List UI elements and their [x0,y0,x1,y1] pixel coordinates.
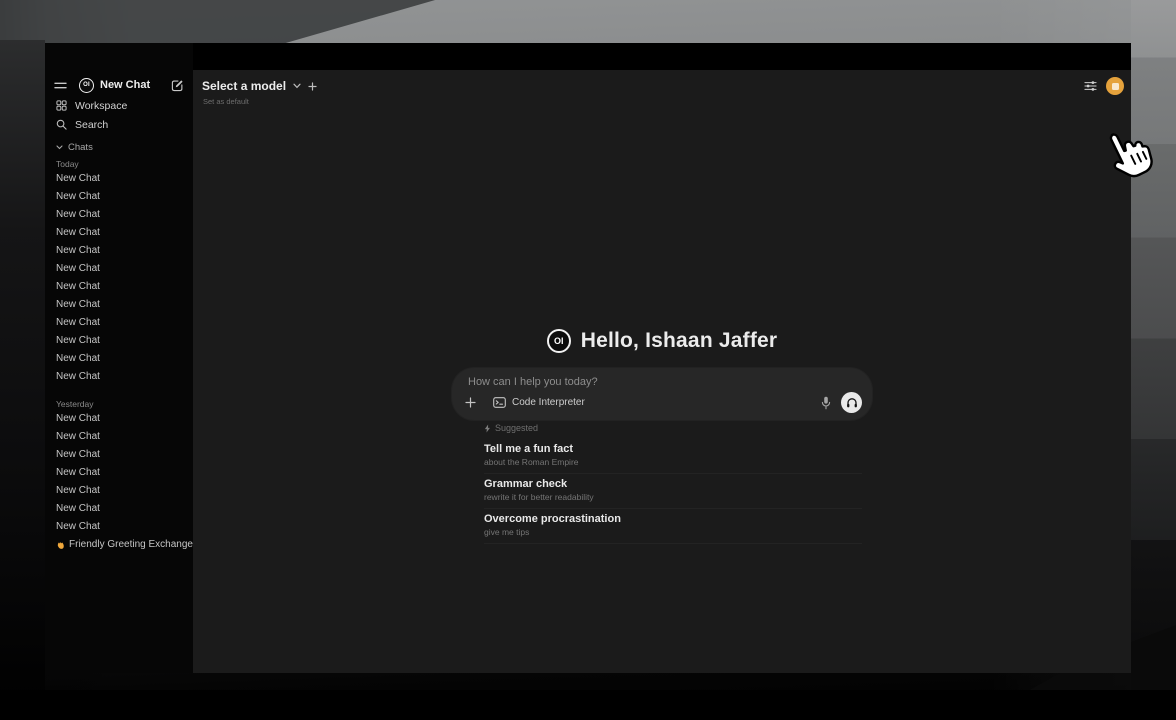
message-input[interactable] [468,376,848,388]
chat-list-item[interactable]: New Chat [45,188,193,206]
code-interpreter-label: Code Interpreter [512,397,585,408]
new-chat-button[interactable] [171,79,184,92]
main-area: Select a model Set as default [193,70,1131,673]
input-toolbar: Code Interpreter [465,392,862,413]
chat-list-item[interactable]: New Chat [45,224,193,242]
search-icon [56,119,67,130]
chat-list-item[interactable]: New Chat [45,350,193,368]
workspace-grid-icon [56,100,67,111]
chat-list-item[interactable]: New Chat [45,410,193,428]
sidebar-item-label: Workspace [75,100,127,112]
sidebar: OI New Chat Workspace Sear [45,43,193,673]
desktop-shape-right [1131,0,1176,720]
suggested-prompt-title: Tell me a fun fact [484,443,862,456]
voice-mode-button[interactable] [841,392,862,413]
wave-emoji-icon [56,541,65,550]
suggested-section: Suggested Tell me a fun fact about the R… [452,423,872,544]
sidebar-toggle-icon [54,81,67,90]
suggested-prompt-subtitle: rewrite it for better readability [484,492,862,503]
chat-list-item[interactable]: New Chat [45,314,193,332]
chat-list-item-named[interactable]: Friendly Greeting Exchange [45,536,193,554]
chat-controls-button[interactable] [1084,80,1097,92]
header-actions [1084,77,1124,95]
chats-section-toggle[interactable]: Chats [56,141,182,153]
chat-group-label-yesterday: Yesterday [56,398,182,410]
sidebar-item-search[interactable]: Search [45,116,193,133]
attach-button[interactable] [465,397,476,408]
plus-icon [465,397,476,408]
code-interpreter-toggle[interactable]: Code Interpreter [493,397,585,408]
suggested-prompt[interactable]: Overcome procrastination give me tips [484,509,862,544]
chat-group-label-today: Today [56,158,182,170]
suggested-prompt[interactable]: Tell me a fun fact about the Roman Empir… [484,439,862,474]
chat-list-item[interactable]: New Chat [45,482,193,500]
pencil-icon [171,79,184,92]
suggested-prompt-subtitle: give me tips [484,527,862,538]
chat-list-item[interactable]: New Chat [45,242,193,260]
chat-list-item[interactable]: New Chat [45,296,193,314]
user-avatar[interactable] [1106,77,1124,95]
sidebar-toggle-button[interactable] [54,81,67,90]
suggested-prompt-title: Grammar check [484,478,862,491]
screen: OI New Chat Workspace Sear [0,0,1176,720]
model-selector[interactable]: Select a model [202,79,317,93]
greeting-row: OI Hello, Ishaan Jaffer [193,329,1131,353]
chat-list-item[interactable]: New Chat [45,170,193,188]
chat-list-today: New Chat New Chat New Chat New Chat New … [45,170,193,386]
greeting-text: Hello, Ishaan Jaffer [581,329,778,353]
suggested-prompt-subtitle: about the Roman Empire [484,457,862,468]
chevron-down-icon [56,145,63,150]
add-model-button[interactable] [308,82,317,91]
chat-list-item[interactable]: New Chat [45,332,193,350]
headphones-icon [846,397,858,409]
letterbox-bar [0,690,1176,720]
suggested-label: Suggested [495,423,538,433]
chat-list-item[interactable]: New Chat [45,206,193,224]
mic-button[interactable] [821,396,831,410]
desktop-shape-left [0,40,45,720]
command-line-icon [493,397,506,408]
set-default-link[interactable]: Set as default [203,97,249,106]
microphone-icon [821,396,831,410]
message-input-card: Code Interpreter [452,368,872,420]
chat-list-item[interactable]: New Chat [45,260,193,278]
chat-list-item[interactable]: New Chat [45,368,193,386]
chat-list-item[interactable]: New Chat [45,518,193,536]
chat-list-yesterday: New Chat New Chat New Chat New Chat New … [45,410,193,536]
suggested-prompt[interactable]: Grammar check rewrite it for better read… [484,474,862,509]
suggested-header: Suggested [484,423,862,433]
app-logo-icon: OI [547,329,571,353]
sidebar-item-label: Search [75,119,108,131]
sidebar-header-title: New Chat [100,79,150,91]
chat-list-item[interactable]: New Chat [45,278,193,296]
plus-icon [308,82,317,91]
model-selector-label: Select a model [202,79,286,93]
suggested-prompt-title: Overcome procrastination [484,513,862,526]
bolt-icon [484,424,491,433]
app-window: OI New Chat Workspace Sear [45,43,1131,673]
app-logo-icon: OI [79,78,94,93]
chat-title: Friendly Greeting Exchange [69,536,193,554]
chat-list-item[interactable]: New Chat [45,464,193,482]
sidebar-header: OI New Chat [54,77,184,93]
suggested-prompts: Tell me a fun fact about the Roman Empir… [484,439,862,544]
chat-list-item[interactable]: New Chat [45,446,193,464]
sidebar-item-workspace[interactable]: Workspace [45,97,193,114]
chat-list-item[interactable]: New Chat [45,428,193,446]
chevron-down-icon [293,83,301,89]
chat-list-item[interactable]: New Chat [45,500,193,518]
chats-section-label: Chats [68,142,93,153]
sliders-icon [1084,80,1097,92]
